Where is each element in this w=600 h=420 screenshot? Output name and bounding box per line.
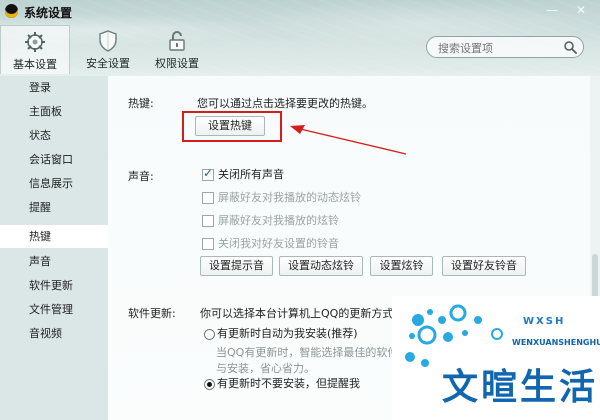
watermark-main-text: 文暄生活: [442, 367, 599, 408]
sidebar-item-audio-video[interactable]: 音视频: [0, 322, 108, 345]
block-ringtone-checkbox[interactable]: [202, 215, 214, 227]
settings-search[interactable]: [426, 36, 584, 58]
wenxuan-watermark: WXSH WENXUANSHENGHUO 文暄生活: [392, 296, 600, 420]
set-friend-ringtone-button[interactable]: 设置好友铃音: [442, 256, 526, 276]
close-friend-ringtone-label: 关闭我对好友设置的铃音: [218, 237, 339, 250]
settings-header: 系统设置 — ✕ 基本设置 安全设置 权限设置 搜索设置项: [0, 0, 600, 76]
sidebar-item-login[interactable]: 登录: [0, 76, 108, 99]
hotkey-section-label: 热键:: [128, 97, 154, 110]
notify-no-install-label: 有更新时不要安装，但提醒我: [217, 377, 360, 390]
window-title: 系统设置: [24, 6, 73, 20]
sidebar-item-file-management[interactable]: 文件管理: [0, 298, 108, 321]
qq-logo-icon: [5, 4, 18, 18]
mute-all-sounds-checkbox[interactable]: [202, 166, 214, 181]
sidebar-item-sound[interactable]: 声音: [0, 250, 108, 273]
watermark-small-brand: WXSH: [523, 316, 566, 327]
gear-icon: [25, 32, 45, 52]
sidebar-item-status[interactable]: 状态: [0, 124, 108, 147]
hotkey-description: 您可以通过点击选择要更改的热键。: [197, 97, 373, 110]
close-button[interactable]: ✕: [572, 2, 590, 18]
sidebar-item-software-update[interactable]: 软件更新: [0, 274, 108, 297]
titlebar: 系统设置 — ✕: [0, 0, 600, 22]
minimize-button[interactable]: —: [543, 2, 561, 18]
block-dynamic-ringtone-label: 屏蔽好友对我播放的动态炫铃: [218, 191, 361, 204]
lock-icon: [169, 31, 185, 51]
tab-permission-settings[interactable]: 权限设置: [145, 25, 209, 73]
watermark-latin-text: WENXUANSHENGHUO: [512, 338, 600, 347]
settings-search-input[interactable]: [436, 39, 560, 57]
sidebar-item-info-display[interactable]: 信息展示: [0, 172, 108, 195]
sidebar-item-hotkeys[interactable]: 热键: [0, 225, 108, 248]
sidebar-item-reminder[interactable]: 提醒: [0, 196, 108, 219]
auto-install-subtext-line2: 与安装，省心省力。: [216, 362, 315, 375]
software-update-description: 你可以选择本台计算机上QQ的更新方式:: [200, 307, 398, 320]
close-friend-ringtone-checkbox[interactable]: [202, 238, 214, 250]
set-notification-sound-button[interactable]: 设置提示音: [200, 256, 273, 276]
search-icon[interactable]: [563, 40, 577, 54]
tab-security-label: 安全设置: [86, 57, 130, 70]
tab-basic-settings[interactable]: 基本设置: [0, 25, 70, 74]
set-ringtone-button[interactable]: 设置炫铃: [370, 256, 433, 276]
auto-install-subtext-line1: 当QQ有更新时，智能选择最佳的软件: [216, 346, 399, 359]
notify-no-install-radio[interactable]: [204, 379, 215, 390]
tab-permission-label: 权限设置: [155, 57, 199, 70]
block-dynamic-ringtone-checkbox[interactable]: [202, 192, 214, 204]
software-update-section-label: 软件更新:: [128, 307, 176, 320]
tab-basic-label: 基本设置: [13, 58, 57, 71]
annotation-arrow-icon: [290, 125, 407, 155]
set-hotkey-button[interactable]: 设置热键: [195, 116, 265, 136]
mute-all-sounds-label: 关闭所有声音: [218, 168, 284, 181]
auto-install-update-label: 有更新时自动为我安装(推荐): [217, 327, 358, 340]
sidebar-item-chat-window[interactable]: 会话窗口: [0, 148, 108, 171]
sidebar-item-main-panel[interactable]: 主面板: [0, 100, 108, 123]
shield-icon: [99, 30, 117, 52]
system-settings-window: 系统设置 — ✕ 基本设置 安全设置 权限设置 搜索设置项 登录 主面板 状态 …: [0, 0, 600, 420]
set-dynamic-ringtone-button[interactable]: 设置动态炫铃: [279, 256, 363, 276]
settings-sidebar: 登录 主面板 状态 会话窗口 信息展示 提醒 热键 声音 软件更新 文件管理 音…: [0, 76, 108, 420]
auto-install-update-radio[interactable]: [204, 329, 215, 340]
tab-security-settings[interactable]: 安全设置: [76, 25, 140, 73]
sound-section-label: 声音:: [128, 170, 154, 183]
block-ringtone-label: 屏蔽好友对我播放的炫铃: [218, 214, 339, 227]
